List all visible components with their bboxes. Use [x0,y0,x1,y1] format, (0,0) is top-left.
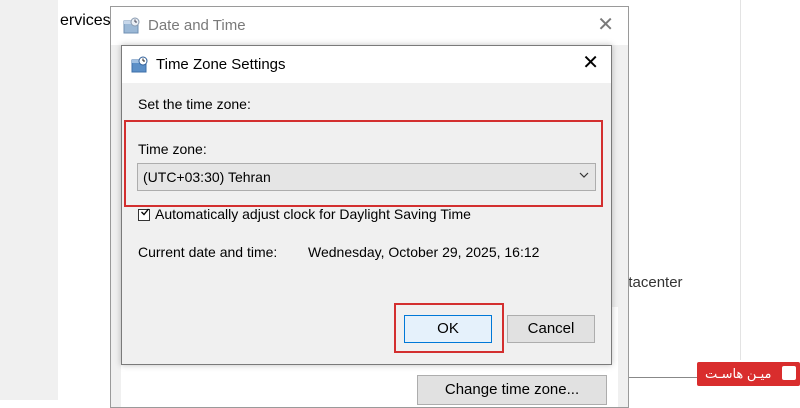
date-time-icon [131,56,149,79]
dst-checkbox[interactable] [138,207,150,221]
logo-icon [782,366,796,380]
background-divider [740,0,741,360]
checkmark-icon [140,207,150,221]
close-icon[interactable]: ✕ [582,53,599,73]
time-zone-value: (UTC+03:30) Tehran [143,169,271,185]
tz-title-bar: Time Zone Settings ✕ [122,46,611,83]
background-datacenter-label: atacenter [620,274,683,291]
outer-dialog-title: Date and Time [148,17,246,34]
chevron-down-icon [579,169,589,183]
ok-button[interactable]: OK [404,315,492,343]
outer-close-icon[interactable]: ✕ [597,15,614,35]
watermark-logo: میـن هاسـت [697,362,800,386]
outer-title-bar: Date and Time ✕ [111,7,628,45]
dst-checkbox-label[interactable]: Automatically adjust clock for Daylight … [155,206,471,222]
cancel-button[interactable]: Cancel [507,315,595,343]
current-date-time-label: Current date and time: [138,244,278,260]
current-date-time-value: Wednesday, October 29, 2025, 16:12 [308,244,540,260]
time-zone-settings-dialog: Time Zone Settings ✕ Set the time zone: … [121,45,612,365]
background-left-panel [0,0,58,400]
time-zone-select[interactable]: (UTC+03:30) Tehran [137,163,596,191]
watermark-text: میـن هاسـت [705,366,772,381]
date-time-icon [123,17,141,40]
time-zone-label: Time zone: [138,141,207,157]
set-time-zone-label: Set the time zone: [138,96,251,112]
background-services-label: ervices [60,12,111,29]
tz-dialog-title: Time Zone Settings [156,56,286,73]
change-time-zone-button[interactable]: Change time zone... [417,375,607,405]
